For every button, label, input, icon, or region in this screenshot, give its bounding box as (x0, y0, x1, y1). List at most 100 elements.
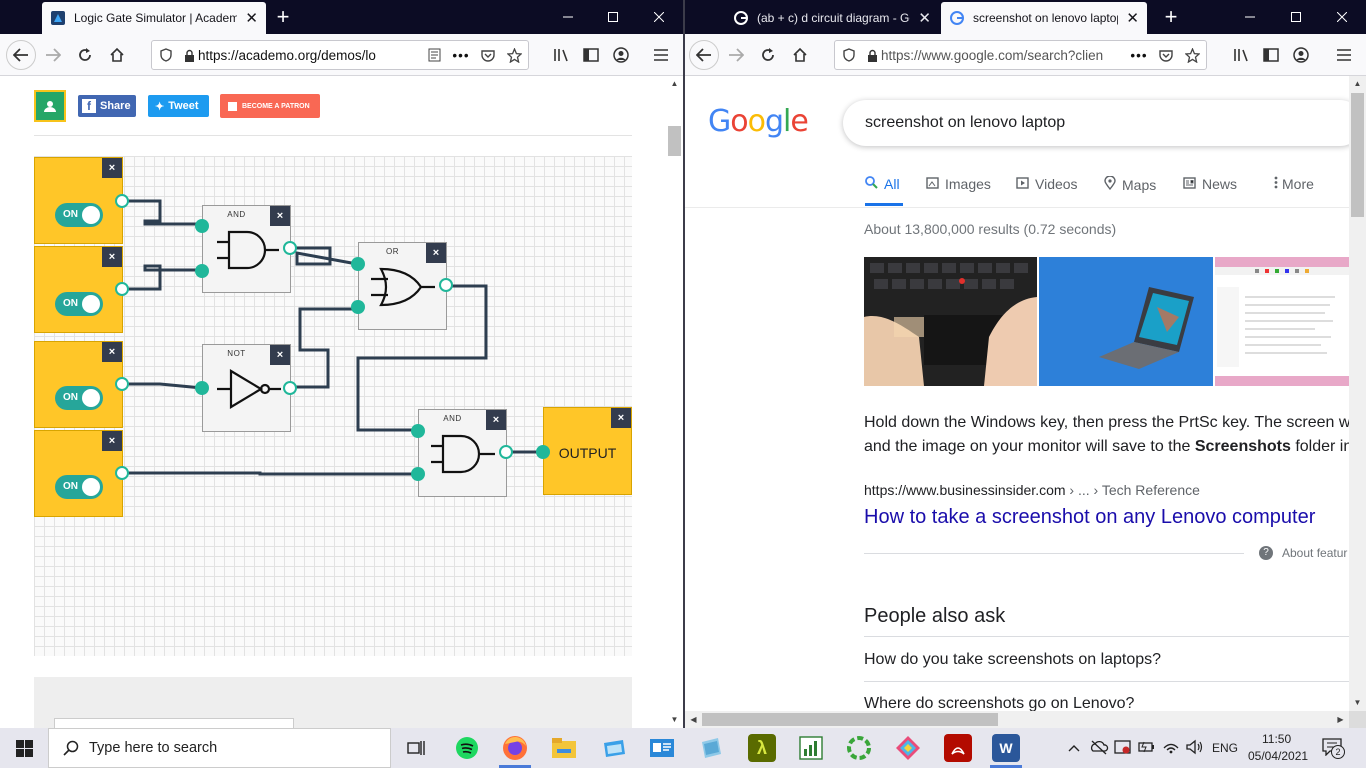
menu-icon[interactable] (1329, 40, 1359, 70)
bookmark-star-icon[interactable] (1178, 47, 1206, 63)
output-port[interactable] (283, 241, 297, 255)
task-view-icon[interactable] (402, 734, 430, 762)
minimize-button[interactable] (545, 0, 591, 34)
reader-view-icon[interactable] (422, 48, 446, 62)
clock-date[interactable]: 05/04/2021 (1248, 749, 1308, 763)
input-port[interactable] (351, 257, 365, 271)
delete-input-4-button[interactable]: × (102, 431, 122, 451)
image-result-keyboard[interactable] (864, 257, 1037, 386)
input-port[interactable] (351, 300, 365, 314)
delete-not-gate-button[interactable]: × (270, 345, 290, 365)
photos-app-icon[interactable] (697, 734, 725, 762)
address-bar[interactable]: https://www.google.com/search?clien ••• (834, 40, 1207, 70)
lambda-app-icon[interactable]: λ (748, 734, 776, 762)
output-port[interactable] (115, 377, 129, 391)
delete-output-button[interactable]: × (611, 408, 631, 428)
input-port[interactable] (195, 264, 209, 278)
or-gate[interactable]: OR × (358, 242, 447, 330)
output-node[interactable]: × OUTPUT (543, 407, 632, 495)
firefox-icon[interactable] (501, 734, 529, 762)
panel-input[interactable] (54, 718, 294, 728)
page-actions-button[interactable]: ••• (446, 48, 476, 63)
input-switch-4[interactable]: × ON (34, 430, 123, 517)
close-tab-icon[interactable]: ✕ (1126, 9, 1139, 27)
new-tab-button[interactable]: + (260, 0, 306, 34)
tracking-shield-icon[interactable] (152, 48, 180, 62)
about-featured-snippets-link[interactable]: ? About featur (1259, 546, 1347, 560)
not-gate[interactable]: NOT × (202, 344, 291, 432)
address-bar[interactable]: https://academo.org/demos/lo ••• (151, 40, 529, 70)
output-port[interactable] (115, 194, 129, 208)
tab-videos[interactable]: Videos (1016, 176, 1078, 192)
output-port[interactable] (499, 445, 513, 459)
tab-logic-gate-simulator[interactable]: Logic Gate Simulator | Academo ✕ (42, 2, 266, 34)
word-icon[interactable]: W (992, 734, 1020, 762)
taskbar-search-box[interactable]: Type here to search (48, 728, 391, 768)
back-button[interactable] (689, 40, 719, 70)
output-port[interactable] (115, 466, 129, 480)
menu-icon[interactable] (646, 40, 676, 70)
clock-time[interactable]: 11:50 (1262, 732, 1291, 746)
tab-maps[interactable]: Maps (1104, 175, 1156, 193)
tab-screenshot-search[interactable]: screenshot on lenovo laptop ✕ (941, 2, 1147, 34)
bookmark-star-icon[interactable] (500, 47, 528, 63)
close-window-button[interactable] (1319, 0, 1365, 34)
action-center-icon[interactable]: 2 (1322, 738, 1346, 759)
tab-more[interactable]: More (1274, 176, 1314, 192)
maximize-button[interactable] (1273, 0, 1319, 34)
library-icon[interactable] (1226, 40, 1256, 70)
image-result-laptop[interactable] (1039, 257, 1213, 386)
language-indicator[interactable]: ENG (1212, 741, 1238, 755)
spotify-icon[interactable] (453, 734, 481, 762)
battery-icon[interactable] (1138, 740, 1156, 759)
scroll-up-arrow-icon[interactable]: ▲ (666, 76, 683, 92)
paa-question-1[interactable]: How do you take screenshots on laptops? (864, 651, 1161, 669)
input-switch-3[interactable]: × ON (34, 341, 123, 428)
onedrive-offline-icon[interactable] (1089, 739, 1109, 760)
image-result-screenshot[interactable] (1215, 257, 1349, 386)
back-button[interactable] (6, 40, 36, 70)
id-card-app-icon[interactable] (648, 734, 676, 762)
page-scrollbar[interactable]: ▲ ▼ (1349, 76, 1366, 711)
close-tab-icon[interactable]: ✕ (245, 9, 258, 27)
input-switch-2[interactable]: × ON (34, 246, 123, 333)
input-port[interactable] (195, 219, 209, 233)
delete-and-gate-2-button[interactable]: × (486, 410, 506, 430)
pdf-reader-icon[interactable] (944, 734, 972, 762)
input-port[interactable] (411, 424, 425, 438)
scrollbar-thumb[interactable] (668, 126, 681, 156)
horizontal-scrollbar-thumb[interactable] (702, 713, 998, 726)
input-1-toggle[interactable]: ON (55, 203, 103, 227)
delete-or-gate-button[interactable]: × (426, 243, 446, 263)
start-button[interactable] (0, 728, 48, 768)
tab-images[interactable]: Images (926, 176, 991, 192)
account-icon[interactable] (1286, 40, 1316, 70)
google-logo[interactable]: Google (708, 104, 809, 139)
show-hidden-icons-icon[interactable] (1068, 740, 1080, 758)
page-scrollbar[interactable]: ▲ ▼ (666, 76, 683, 728)
green-circle-app-icon[interactable] (845, 734, 873, 762)
maximize-button[interactable] (590, 0, 636, 34)
snipping-tool-icon[interactable] (600, 734, 628, 762)
reload-button[interactable] (753, 40, 783, 70)
result-title-link[interactable]: How to take a screenshot on any Lenovo c… (864, 506, 1315, 529)
delete-input-3-button[interactable]: × (102, 342, 122, 362)
delete-input-1-button[interactable]: × (102, 158, 122, 178)
forward-button[interactable] (721, 40, 751, 70)
wifi-icon[interactable] (1162, 739, 1180, 760)
scroll-left-arrow-icon[interactable]: ◀ (685, 711, 702, 728)
scroll-right-arrow-icon[interactable]: ▶ (1332, 711, 1349, 728)
close-tab-icon[interactable]: ✕ (918, 9, 931, 27)
input-port[interactable] (411, 467, 425, 481)
page-actions-button[interactable]: ••• (1124, 48, 1154, 63)
security-tray-icon[interactable] (1114, 739, 1132, 760)
pocket-icon[interactable] (476, 49, 500, 62)
input-port[interactable] (195, 381, 209, 395)
file-explorer-icon[interactable] (550, 734, 578, 762)
horizontal-scrollbar[interactable]: ◀ ▶ (685, 711, 1349, 728)
search-input[interactable]: screenshot on lenovo laptop (843, 100, 1363, 146)
delete-and-gate-1-button[interactable]: × (270, 206, 290, 226)
forward-button[interactable] (38, 40, 68, 70)
scroll-down-arrow-icon[interactable]: ▼ (666, 712, 683, 728)
sidebar-icon[interactable] (576, 40, 606, 70)
